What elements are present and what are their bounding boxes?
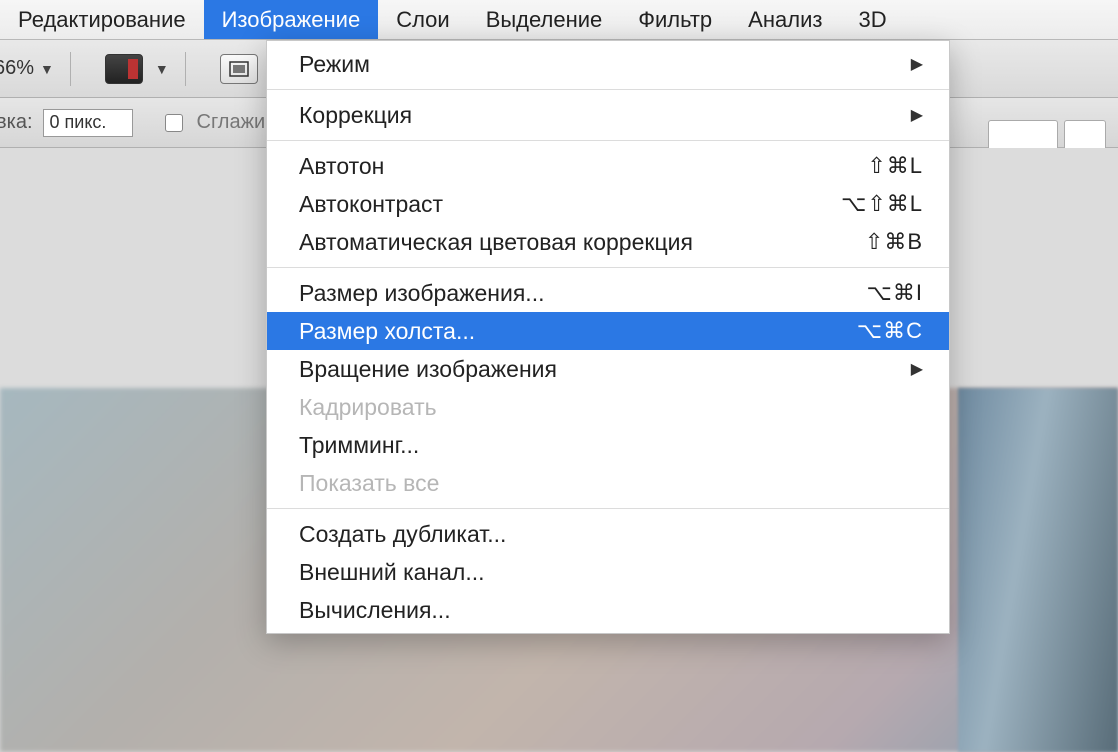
menu-separator — [267, 89, 949, 90]
shortcut-label: ⇧⌘B — [865, 229, 923, 255]
menu-item-image-size[interactable]: Размер изображения... ⌥⌘I — [267, 274, 949, 312]
artboard-icon[interactable] — [220, 54, 258, 84]
main-menubar: Редактирование Изображение Слои Выделени… — [0, 0, 1118, 40]
chevron-down-icon: ▼ — [40, 61, 54, 77]
menu-edit[interactable]: Редактирование — [0, 0, 204, 39]
feather-label: вка: — [0, 111, 33, 134]
feather-input[interactable] — [43, 109, 133, 137]
menu-analysis[interactable]: Анализ — [730, 0, 840, 39]
menu-item-canvas-size[interactable]: Размер холста... ⌥⌘C — [267, 312, 949, 350]
menu-item-reveal-all: Показать все — [267, 464, 949, 502]
toolbar-divider — [70, 52, 71, 86]
menu-filter[interactable]: Фильтр — [620, 0, 730, 39]
menu-layers-label: Слои — [396, 7, 450, 33]
menu-separator — [267, 140, 949, 141]
menu-item-trim[interactable]: Тримминг... — [267, 426, 949, 464]
antialias-checkbox[interactable] — [165, 114, 183, 132]
menu-image[interactable]: Изображение — [204, 0, 379, 39]
submenu-arrow-icon: ▶ — [911, 359, 923, 379]
shortcut-label: ⌥⌘I — [867, 280, 923, 306]
menu-item-crop: Кадрировать — [267, 388, 949, 426]
menu-separator — [267, 267, 949, 268]
submenu-arrow-icon: ▶ — [911, 54, 923, 74]
menu-3d[interactable]: 3D — [840, 0, 904, 39]
menu-item-apply-image[interactable]: Внешний канал... — [267, 553, 949, 591]
zoom-value: 66% — [0, 57, 34, 80]
menu-item-adjustments[interactable]: Коррекция ▶ — [267, 96, 949, 134]
screen-mode-icon[interactable] — [105, 54, 143, 84]
toolbar-divider — [185, 52, 186, 86]
menu-layers[interactable]: Слои — [378, 0, 468, 39]
submenu-arrow-icon: ▶ — [911, 105, 923, 125]
menu-item-autocontrast[interactable]: Автоконтраст ⌥⇧⌘L — [267, 185, 949, 223]
menu-item-mode[interactable]: Режим ▶ — [267, 45, 949, 83]
menu-image-label: Изображение — [222, 7, 361, 33]
shortcut-label: ⌥⇧⌘L — [841, 191, 923, 217]
shortcut-label: ⌥⌘C — [857, 318, 923, 344]
menu-item-calculations[interactable]: Вычисления... — [267, 591, 949, 629]
menu-item-autotone[interactable]: Автотон ⇧⌘L — [267, 147, 949, 185]
zoom-control[interactable]: 66% ▼ — [0, 57, 54, 80]
menu-item-rotate[interactable]: Вращение изображения ▶ — [267, 350, 949, 388]
menu-filter-label: Фильтр — [638, 7, 712, 33]
menu-separator — [267, 508, 949, 509]
document-canvas-right — [958, 388, 1118, 752]
shortcut-label: ⇧⌘L — [867, 153, 923, 179]
menu-3d-label: 3D — [858, 7, 886, 33]
menu-select[interactable]: Выделение — [468, 0, 621, 39]
menu-analysis-label: Анализ — [748, 7, 822, 33]
menu-item-duplicate[interactable]: Создать дубликат... — [267, 515, 949, 553]
menu-edit-label: Редактирование — [18, 7, 186, 33]
chevron-down-icon[interactable]: ▼ — [155, 61, 169, 77]
image-menu-dropdown: Режим ▶ Коррекция ▶ Автотон ⇧⌘L Автоконт… — [266, 40, 950, 634]
menu-item-autocolor[interactable]: Автоматическая цветовая коррекция ⇧⌘B — [267, 223, 949, 261]
menu-select-label: Выделение — [486, 7, 603, 33]
